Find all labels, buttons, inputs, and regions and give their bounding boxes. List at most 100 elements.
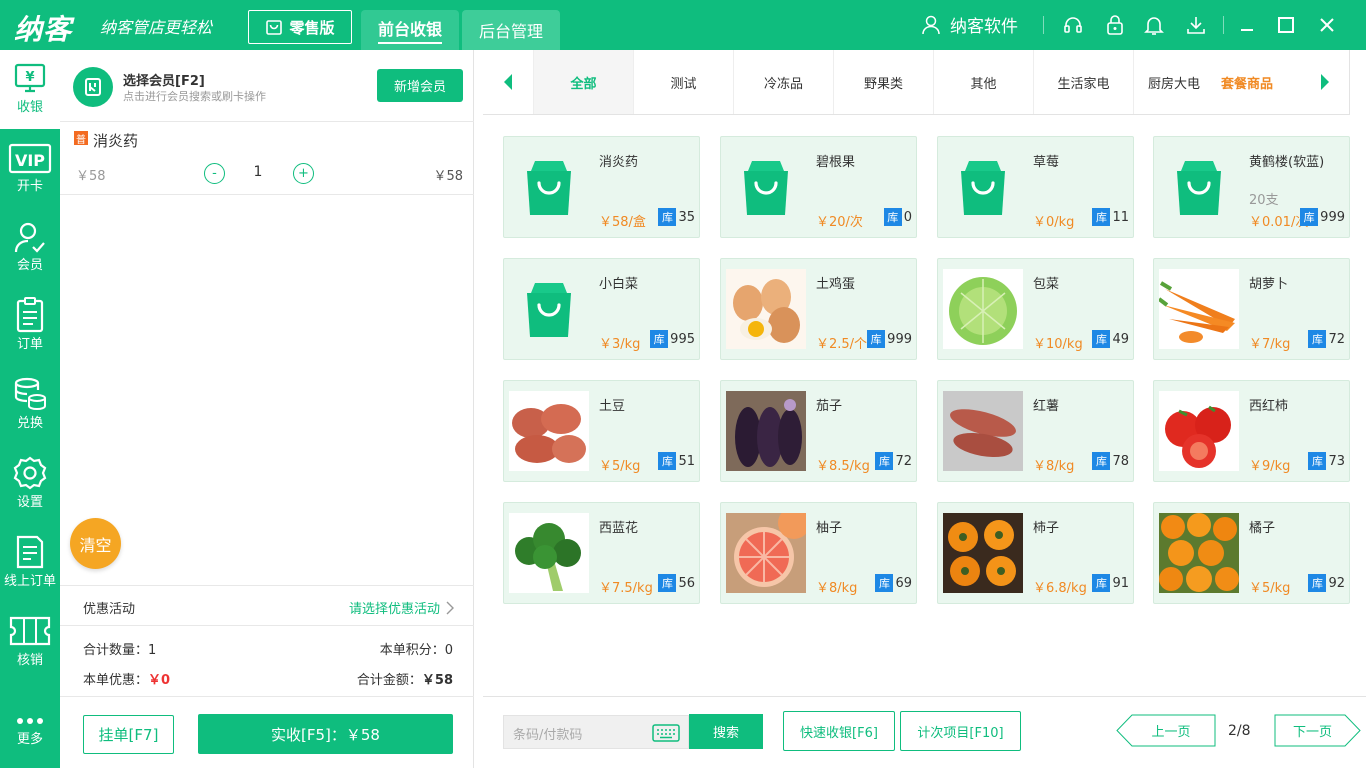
- tab-label: 前台收银: [377, 16, 442, 44]
- tab-front-cashier[interactable]: 前台收银: [361, 10, 459, 50]
- member-select[interactable]: 选择会员[F2] 点击进行会员搜索或刷卡操作 新增会员: [60, 50, 474, 122]
- tab-back-admin[interactable]: 后台管理: [462, 10, 560, 50]
- next-page-label: 下一页: [1292, 725, 1332, 740]
- sidebar-item-label: 线上订单: [3, 574, 56, 589]
- product-card[interactable]: 橘子 ￥5/kg 库 92: [1153, 502, 1350, 604]
- product-name: 草莓: [1033, 155, 1060, 170]
- category-tab[interactable]: 全部: [533, 50, 633, 114]
- stock-count: 49: [1112, 331, 1129, 347]
- product-card[interactable]: 小白菜 ￥3/kg 库 995: [503, 258, 700, 360]
- product-price: ￥7.5/kg: [599, 581, 653, 596]
- maximize-icon[interactable]: [1274, 13, 1298, 37]
- next-page-button[interactable]: 下一页: [1274, 714, 1361, 747]
- sidebar-item-exchange[interactable]: 兑换: [0, 366, 60, 445]
- download-icon[interactable]: [1184, 13, 1208, 37]
- clear-cart-button[interactable]: 清空: [70, 518, 121, 569]
- product-price: ￥8/kg: [816, 581, 858, 596]
- stock-count: 995: [670, 331, 695, 347]
- product-stock: 库 999: [1300, 208, 1345, 226]
- sidebar-item-order[interactable]: 订单: [0, 287, 60, 366]
- product-price: ￥5/kg: [599, 459, 641, 474]
- product-stock: 库 69: [875, 574, 912, 592]
- category-prev-arrow[interactable]: [483, 50, 533, 114]
- cart-item-qty[interactable]: 1: [250, 164, 266, 180]
- sidebar-item-more[interactable]: 更多: [0, 682, 60, 761]
- keyboard-icon[interactable]: [652, 724, 680, 742]
- headset-icon[interactable]: [1061, 13, 1085, 37]
- bell-icon[interactable]: [1142, 13, 1166, 37]
- product-card[interactable]: 土豆 ￥5/kg 库 51: [503, 380, 700, 482]
- product-card[interactable]: 红薯 ￥8/kg 库 78: [937, 380, 1134, 482]
- product-card[interactable]: 黄鹤楼(软蓝) 20支 ￥0.01/次库 999: [1153, 136, 1350, 238]
- close-icon[interactable]: [1315, 13, 1339, 37]
- product-card[interactable]: 胡萝卜 ￥7/kg 库 72: [1153, 258, 1350, 360]
- category-tab[interactable]: 野果类: [833, 50, 933, 114]
- product-card[interactable]: 碧根果 ￥20/次 库 0: [720, 136, 917, 238]
- qty-minus-button[interactable]: -: [204, 163, 225, 184]
- checkout-button[interactable]: 实收[F5]：￥58: [198, 714, 453, 754]
- sidebar-item-label: 订单: [16, 337, 43, 352]
- product-card[interactable]: 包菜 ￥10/kg 库 49: [937, 258, 1134, 360]
- category-tab[interactable]: 厨房大电: [1133, 50, 1205, 114]
- sidebar-item-vip-card[interactable]: VIP 开卡: [0, 129, 60, 208]
- search-button[interactable]: 搜索: [689, 714, 763, 749]
- category-tab[interactable]: 其他: [933, 50, 1033, 114]
- count-items-button[interactable]: 计次项目[F10]: [900, 711, 1021, 751]
- barcode-input[interactable]: 条码/付款码: [503, 715, 689, 749]
- product-price: ￥2.5/个: [816, 337, 868, 352]
- add-member-button[interactable]: 新增会员: [377, 69, 463, 102]
- normal-price-badge: 普: [74, 131, 88, 146]
- product-name: 消炎药: [599, 155, 639, 170]
- more-icon: [17, 718, 43, 724]
- product-price: ￥8/kg: [1033, 459, 1075, 474]
- product-card[interactable]: 柿子 ￥6.8/kg 库 91: [937, 502, 1134, 604]
- sidebar-item-member[interactable]: 会员: [0, 208, 60, 287]
- cart-item[interactable]: 普 消炎药 ￥58 - 1 + ￥58: [60, 122, 474, 195]
- user-menu[interactable]: 纳客软件: [920, 12, 1018, 37]
- edition-button[interactable]: 零售版: [248, 10, 352, 44]
- sidebar-item-settings[interactable]: 设置: [0, 445, 60, 524]
- hold-order-button[interactable]: 挂单[F7]: [83, 715, 174, 754]
- category-tab[interactable]: 生活家电: [1033, 50, 1133, 114]
- eggs-photo: [726, 269, 806, 349]
- total-qty-label: 合计数量：: [83, 643, 149, 658]
- arrow-right-icon: [1321, 74, 1329, 90]
- sidebar-item-online-order[interactable]: 线上订单: [0, 524, 60, 603]
- category-label: 野果类: [863, 76, 903, 92]
- category-tab[interactable]: 冷冻品: [733, 50, 833, 114]
- product-card[interactable]: 土鸡蛋 ￥2.5/个库 999: [720, 258, 917, 360]
- quick-checkout-button[interactable]: 快速收银[F6]: [783, 711, 895, 751]
- product-card[interactable]: 柚子 ￥8/kg 库 69: [720, 502, 917, 604]
- sidebar-item-verify[interactable]: 核销: [0, 603, 60, 682]
- sidebar-item-label: 会员: [16, 258, 43, 273]
- lock-icon[interactable]: [1103, 13, 1127, 37]
- product-card[interactable]: 消炎药 ￥58/盒库 35: [503, 136, 700, 238]
- stock-count: 999: [887, 331, 912, 347]
- total-qty: 合计数量：1: [83, 639, 156, 658]
- promo-select[interactable]: 请选择优惠活动: [349, 598, 456, 617]
- product-name: 橘子: [1249, 521, 1276, 536]
- category-next-arrow[interactable]: [1300, 50, 1350, 114]
- product-name: 胡萝卜: [1249, 277, 1289, 292]
- product-price: ￥0/kg: [1033, 215, 1075, 230]
- sidebar-item-cashier[interactable]: ¥ 收银: [0, 50, 60, 129]
- promo-row[interactable]: 优惠活动 请选择优惠活动: [60, 585, 474, 626]
- order-total-value: ￥58: [421, 673, 453, 688]
- user-icon: [922, 15, 940, 34]
- product-card[interactable]: 西红柿 ￥9/kg 库 73: [1153, 380, 1350, 482]
- product-price: ￥5/kg: [1249, 581, 1291, 596]
- product-card[interactable]: 西蓝花 ￥7.5/kg 库 56: [503, 502, 700, 604]
- qty-plus-button[interactable]: +: [293, 163, 314, 184]
- product-stock: 库 73: [1308, 452, 1345, 470]
- total-qty-value: 1: [148, 643, 157, 658]
- product-stock: 库 78: [1092, 452, 1129, 470]
- product-card[interactable]: 草莓 ￥0/kg 库 11: [937, 136, 1134, 238]
- stock-badge: 库: [1308, 574, 1327, 592]
- minimize-icon[interactable]: [1235, 13, 1259, 37]
- product-card[interactable]: 茄子 ￥8.5/kg 库 72: [720, 380, 917, 482]
- category-tab[interactable]: 套餐商品: [1205, 50, 1300, 114]
- prev-page-button[interactable]: 上一页: [1116, 714, 1216, 747]
- online-order-icon: [16, 535, 44, 569]
- category-label: 生活家电: [1057, 76, 1110, 92]
- category-tab[interactable]: 测试: [633, 50, 733, 114]
